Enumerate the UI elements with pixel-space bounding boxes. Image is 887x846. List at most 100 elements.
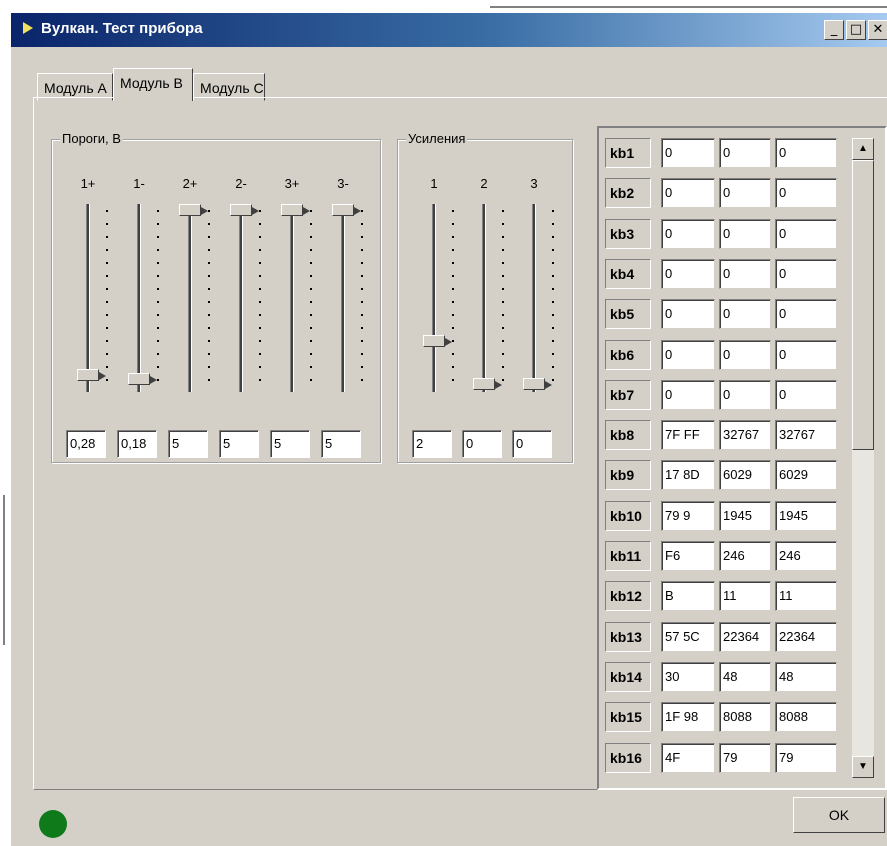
thresholds-value-field[interactable]: 5 bbox=[168, 430, 208, 458]
thresholds-slider-ticks bbox=[310, 210, 312, 388]
thresholds-slider-track[interactable] bbox=[86, 204, 90, 392]
kb-hex-field[interactable]: 57 5C bbox=[661, 621, 715, 652]
thresholds-slider-thumb[interactable] bbox=[179, 204, 208, 216]
kb-value2-field[interactable]: 79 bbox=[775, 742, 837, 773]
kb-value2-field[interactable]: 6029 bbox=[775, 460, 837, 491]
thresholds-slider-track[interactable] bbox=[137, 204, 141, 392]
kb-hex-field[interactable]: 0 bbox=[661, 258, 715, 289]
kb-value-field[interactable]: 0 bbox=[719, 299, 771, 330]
status-led bbox=[39, 810, 67, 838]
kb-value-field[interactable]: 0 bbox=[719, 138, 771, 168]
scroll-thumb[interactable] bbox=[852, 160, 874, 450]
kb-value-field[interactable]: 11 bbox=[719, 581, 771, 612]
kb-hex-field[interactable]: 7F FF bbox=[661, 420, 715, 451]
kb-value-field[interactable]: 0 bbox=[719, 339, 771, 370]
kb-value-field[interactable]: 1945 bbox=[719, 500, 771, 531]
kb-value-field[interactable]: 79 bbox=[719, 742, 771, 773]
kb-hex-field[interactable]: 0 bbox=[661, 178, 715, 209]
thresholds-slider-track[interactable] bbox=[188, 204, 192, 392]
kb-hex-field[interactable]: 17 8D bbox=[661, 460, 715, 491]
kb-value-field[interactable]: 0 bbox=[719, 258, 771, 289]
kb-hex-field[interactable]: 0 bbox=[661, 339, 715, 370]
kb-value2-field[interactable]: 0 bbox=[775, 299, 837, 330]
kb-value-field[interactable]: 0 bbox=[719, 178, 771, 209]
gains-slider-thumb[interactable] bbox=[473, 378, 502, 390]
kb-label: kb7 bbox=[605, 379, 651, 410]
kb-hex-field[interactable]: 0 bbox=[661, 218, 715, 249]
kb-hex-field[interactable]: 0 bbox=[661, 299, 715, 330]
kb-hex-field[interactable]: 30 bbox=[661, 661, 715, 692]
kb-label: kb5 bbox=[605, 299, 651, 330]
close-button[interactable]: ✕ bbox=[868, 20, 887, 40]
kb-value2-field[interactable]: 246 bbox=[775, 541, 837, 571]
gains-slider-ticks bbox=[552, 210, 554, 388]
kb-row: kb14 30 48 48 bbox=[605, 661, 845, 692]
minimize-button[interactable]: _ bbox=[824, 20, 844, 40]
kb-hex-field[interactable]: B bbox=[661, 581, 715, 612]
kb-value-field[interactable]: 246 bbox=[719, 541, 771, 571]
kb-value-field[interactable]: 6029 bbox=[719, 460, 771, 491]
kb-value2-field[interactable]: 0 bbox=[775, 339, 837, 370]
thresholds-slider-track[interactable] bbox=[341, 204, 345, 392]
kb-value2-field[interactable]: 0 bbox=[775, 258, 837, 289]
thresholds-title: Пороги, В bbox=[60, 131, 123, 146]
kb-hex-field[interactable]: 0 bbox=[661, 138, 715, 168]
thresholds-column-label: 2+ bbox=[182, 176, 198, 191]
kb-hex-field[interactable]: 79 9 bbox=[661, 500, 715, 531]
thresholds-value-field[interactable]: 5 bbox=[270, 430, 310, 458]
gains-slider-thumb[interactable] bbox=[523, 378, 552, 390]
thresholds-value-field[interactable]: 0,18 bbox=[117, 430, 157, 458]
kb-value2-field[interactable]: 22364 bbox=[775, 621, 837, 652]
scroll-down-icon[interactable]: ▼ bbox=[852, 756, 874, 778]
thresholds-value-field[interactable]: 5 bbox=[321, 430, 361, 458]
kb-value2-field[interactable]: 11 bbox=[775, 581, 837, 612]
kb-value2-field[interactable]: 32767 bbox=[775, 420, 837, 451]
kb-hex-field[interactable]: 4F bbox=[661, 742, 715, 773]
thresholds-slider-thumb[interactable] bbox=[77, 369, 106, 382]
thresholds-value-field[interactable]: 5 bbox=[219, 430, 259, 458]
gains-value-field[interactable]: 2 bbox=[412, 430, 452, 458]
kb-hex-field[interactable]: 1F 98 bbox=[661, 702, 715, 733]
kb-value-field[interactable]: 32767 bbox=[719, 420, 771, 451]
kb-row: kb16 4F 79 79 bbox=[605, 742, 845, 773]
ok-button[interactable]: OK bbox=[793, 797, 885, 833]
kb-value-field[interactable]: 0 bbox=[719, 379, 771, 410]
kb-value-field[interactable]: 8088 bbox=[719, 702, 771, 733]
gains-slider-thumb[interactable] bbox=[423, 334, 452, 347]
kb-value-field[interactable]: 48 bbox=[719, 661, 771, 692]
thresholds-slider-thumb[interactable] bbox=[230, 204, 259, 216]
kb-value2-field[interactable]: 0 bbox=[775, 379, 837, 410]
scroll-up-icon[interactable]: ▲ bbox=[852, 138, 874, 160]
thresholds-slider-track[interactable] bbox=[290, 204, 294, 392]
gains-slider-track[interactable] bbox=[482, 204, 486, 392]
thresholds-slider-thumb[interactable] bbox=[128, 372, 157, 385]
thresholds-value-field[interactable]: 0,28 bbox=[66, 430, 106, 458]
kb-row: kb1 0 0 0 bbox=[605, 138, 845, 168]
thresholds-slider-track[interactable] bbox=[239, 204, 243, 392]
kb-value2-field[interactable]: 0 bbox=[775, 138, 837, 168]
title-bar[interactable]: Вулкан. Тест прибора _ □ ✕ bbox=[11, 13, 887, 47]
kb-label: kb4 bbox=[605, 258, 651, 289]
thresholds-slider-thumb[interactable] bbox=[281, 204, 310, 216]
kb-row: kb2 0 0 0 bbox=[605, 178, 845, 209]
kb-value-field[interactable]: 22364 bbox=[719, 621, 771, 652]
kb-value2-field[interactable]: 0 bbox=[775, 178, 837, 209]
kb-hex-field[interactable]: 0 bbox=[661, 379, 715, 410]
gains-slider-track[interactable] bbox=[432, 204, 436, 392]
kb-label: kb3 bbox=[605, 218, 651, 249]
kb-scrollbar[interactable]: ▲ ▼ bbox=[852, 138, 874, 778]
kb-value2-field[interactable]: 48 bbox=[775, 661, 837, 692]
maximize-button[interactable]: □ bbox=[846, 20, 866, 40]
kb-value-field[interactable]: 0 bbox=[719, 218, 771, 249]
kb-row: kb11 F6 246 246 bbox=[605, 541, 845, 571]
tab-module-b[interactable]: Модуль В bbox=[113, 68, 193, 101]
kb-value2-field[interactable]: 8088 bbox=[775, 702, 837, 733]
gains-value-field[interactable]: 0 bbox=[462, 430, 502, 458]
kb-hex-field[interactable]: F6 bbox=[661, 541, 715, 571]
gains-value-field[interactable]: 0 bbox=[512, 430, 552, 458]
kb-value2-field[interactable]: 1945 bbox=[775, 500, 837, 531]
thresholds-slider-thumb[interactable] bbox=[332, 204, 361, 216]
kb-value2-field[interactable]: 0 bbox=[775, 218, 837, 249]
gains-slider-track[interactable] bbox=[532, 204, 536, 392]
gains-column-label: 2 bbox=[480, 176, 488, 191]
